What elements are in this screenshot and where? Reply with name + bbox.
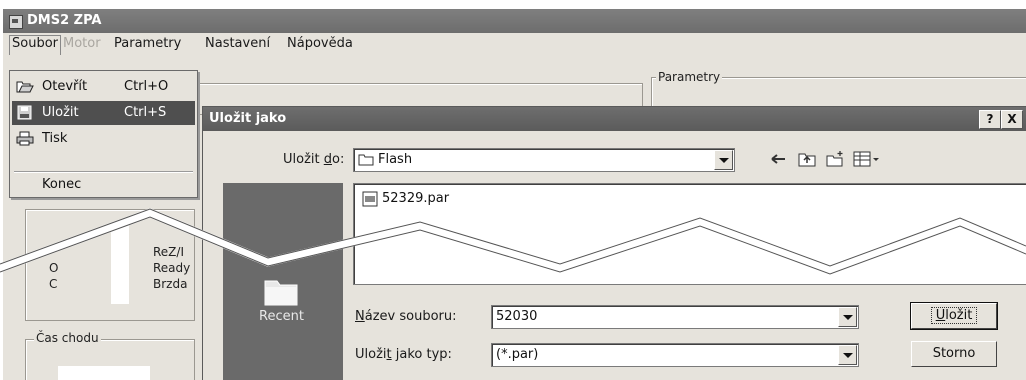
cas-chodu-group-box: Čas chodu [25, 331, 195, 380]
menu-napoveda[interactable]: Nápověda [287, 36, 353, 51]
filetype-label: Uložit jako typ: [355, 347, 452, 362]
view-menu-icon[interactable] [853, 150, 881, 168]
file-name: 52329.par [382, 191, 450, 206]
close-button[interactable]: X [1001, 110, 1023, 129]
status-letter-c: C [49, 277, 58, 291]
status-label-rez: ReZ/I [153, 245, 184, 259]
filename-input[interactable]: 52030 [491, 305, 859, 329]
main-window-title: DMS2 ZPA [27, 13, 102, 28]
menu-item-ulozit[interactable]: Uložit Ctrl+S [12, 101, 195, 125]
menu-item-shortcut: Ctrl+S [124, 105, 167, 120]
menu-item-label: Tisk [42, 131, 68, 146]
filename-value: 52030 [496, 309, 538, 324]
menu-item-konec[interactable]: Konec [12, 173, 195, 197]
back-arrow-icon[interactable] [769, 150, 789, 168]
menu-motor[interactable]: Motor [63, 36, 101, 51]
places-bar: Recent [223, 183, 343, 380]
menu-bar: Soubor Motor Parametry Nastavení Nápověd… [3, 33, 1026, 56]
menu-item-label: Uložit [42, 105, 79, 120]
menu-nastaveni[interactable]: Nastavení [205, 36, 270, 51]
menu-item-otevrit[interactable]: Otevřít Ctrl+O [12, 75, 195, 99]
chevron-down-icon[interactable] [838, 307, 857, 327]
folder-icon [358, 154, 374, 166]
filetype-value: (*.par) [496, 347, 539, 362]
status-indicator-strip [111, 224, 129, 304]
save-in-value: Flash [378, 152, 413, 167]
menu-item-tisk[interactable]: Tisk [12, 127, 195, 151]
dialog-title-bar[interactable]: Uložit jako ? X [203, 107, 1026, 131]
up-folder-icon[interactable] [797, 150, 817, 168]
screenshot-stage: DMS2 ZPA Soubor Motor Parametry Nastaven… [0, 0, 1026, 380]
status-label-ready: Ready [153, 261, 191, 275]
menu-soubor[interactable]: Soubor [9, 35, 61, 55]
printer-icon [16, 131, 34, 146]
cas-chodu-field [58, 366, 150, 380]
menu-item-shortcut: Ctrl+O [124, 79, 169, 94]
menu-parametry[interactable]: Parametry [114, 36, 181, 51]
status-label-brzda: Brzda [153, 277, 188, 291]
filetype-select[interactable]: (*.par) [491, 343, 859, 367]
menu-item-label: Konec [42, 177, 82, 192]
recent-folder-icon[interactable] [261, 275, 301, 307]
help-button[interactable]: ? [979, 110, 1001, 129]
main-title-bar[interactable]: DMS2 ZPA [3, 9, 1026, 33]
status-letter-o: O [49, 261, 59, 275]
save-as-dialog: Uložit jako ? X Uložit do: Flash Recent … [202, 106, 1026, 380]
file-list[interactable]: 52329.par [353, 183, 1026, 285]
places-recent-label[interactable]: Recent [259, 309, 304, 324]
filename-label: Název souboru: [355, 309, 457, 324]
parametry-group-label: Parametry [656, 70, 723, 84]
dialog-title: Uložit jako [209, 111, 287, 126]
cancel-button[interactable]: Storno [911, 341, 997, 367]
new-folder-icon[interactable] [825, 150, 845, 168]
menu-item-label: Otevřít [42, 79, 88, 94]
file-icon [362, 191, 378, 207]
save-in-label: Uložit do: [283, 152, 345, 167]
app-icon [9, 15, 23, 29]
file-menu-dropdown: Otevřít Ctrl+O Uložit Ctrl+S Tisk Konec [9, 70, 198, 198]
floppy-disk-icon [17, 105, 32, 120]
open-folder-icon [16, 81, 34, 93]
save-button[interactable]: Uložit [910, 302, 998, 330]
chevron-down-icon[interactable] [714, 150, 733, 170]
save-in-combo[interactable]: Flash [353, 148, 735, 172]
chevron-down-icon[interactable] [838, 345, 857, 365]
cas-chodu-label: Čas chodu [34, 331, 101, 345]
